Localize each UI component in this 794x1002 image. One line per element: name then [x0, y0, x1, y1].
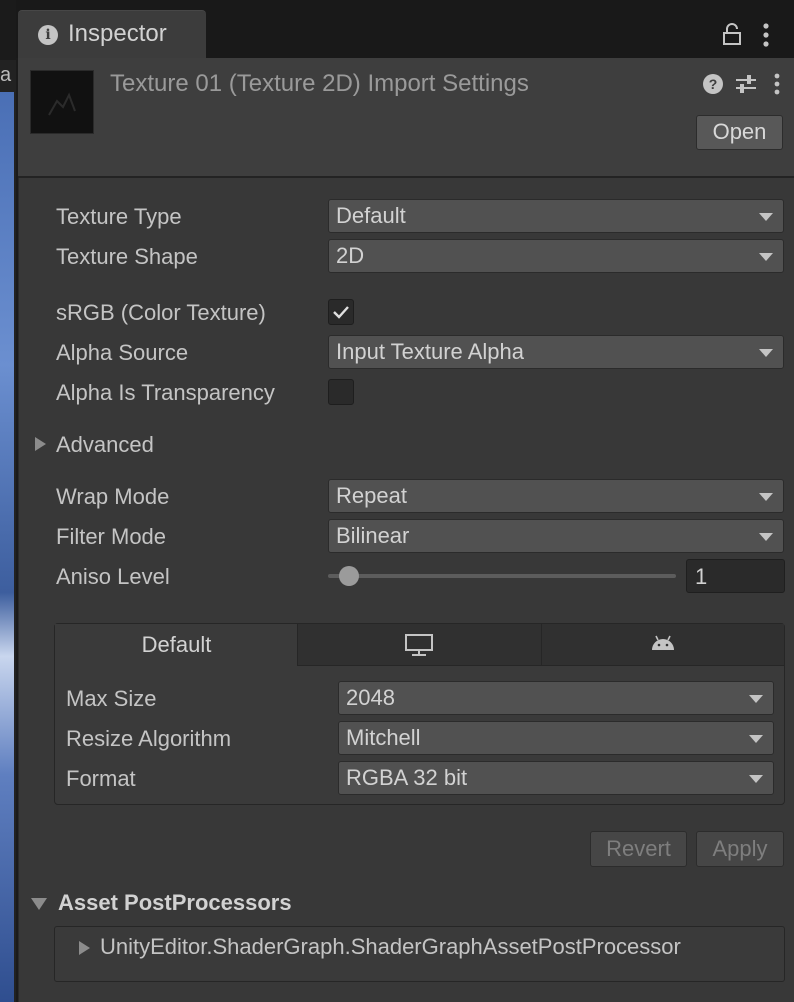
wrap-mode-value: Repeat: [336, 483, 407, 508]
resize-algorithm-label: Resize Algorithm: [66, 726, 232, 751]
chevron-down-icon: [759, 253, 773, 261]
monitor-icon: [404, 633, 434, 662]
chevron-down-icon: [749, 775, 763, 783]
alpha-source-value: Input Texture Alpha: [336, 339, 524, 364]
aniso-level-slider[interactable]: [328, 574, 676, 578]
slider-thumb[interactable]: [338, 566, 359, 586]
filter-mode-dropdown[interactable]: Bilinear: [328, 519, 784, 553]
chevron-down-icon: [759, 533, 773, 541]
info-icon: i: [38, 25, 58, 45]
format-dropdown[interactable]: RGBA 32 bit: [338, 761, 774, 795]
alpha-source-dropdown[interactable]: Input Texture Alpha: [328, 335, 784, 369]
advanced-foldout[interactable]: Advanced: [56, 432, 154, 458]
chevron-down-icon: [759, 213, 773, 221]
scene-view-preview: [0, 92, 14, 1002]
filter-mode-value: Bilinear: [336, 523, 410, 548]
max-size-label: Max Size: [66, 686, 157, 711]
lock-icon[interactable]: [722, 22, 742, 51]
revert-button[interactable]: Revert: [590, 831, 687, 867]
resize-algorithm-dropdown[interactable]: Mitchell: [338, 721, 774, 755]
resize-algorithm-value: Mitchell: [346, 725, 421, 750]
format-label: Format: [66, 766, 136, 791]
texture-type-label: Texture Type: [56, 204, 182, 229]
texture-shape-dropdown[interactable]: 2D: [328, 239, 784, 273]
max-size-value: 2048: [346, 685, 395, 710]
foldout-arrow-icon[interactable]: [78, 940, 92, 961]
wrap-mode-label: Wrap Mode: [56, 484, 170, 509]
chevron-down-icon: [759, 349, 773, 357]
chevron-down-icon: [749, 695, 763, 703]
chevron-down-icon: [749, 735, 763, 743]
tab-title: Inspector: [68, 20, 167, 47]
foldout-arrow-icon[interactable]: [34, 436, 48, 457]
open-button[interactable]: Open: [696, 115, 783, 150]
svg-text:?: ?: [709, 76, 718, 92]
preset-icon[interactable]: [734, 73, 758, 100]
srgb-checkbox[interactable]: [328, 299, 354, 325]
apply-button[interactable]: Apply: [696, 831, 784, 867]
tab-default-label: Default: [141, 632, 212, 657]
asset-title: Texture 01 (Texture 2D) Import Settings: [110, 70, 529, 97]
wrap-mode-dropdown[interactable]: Repeat: [328, 479, 784, 513]
format-value: RGBA 32 bit: [346, 765, 468, 790]
filter-mode-label: Filter Mode: [56, 524, 167, 549]
foldout-expanded-icon[interactable]: [30, 897, 48, 916]
chevron-down-icon: [759, 493, 773, 501]
srgb-label: sRGB (Color Texture): [56, 300, 266, 325]
kebab-menu-icon[interactable]: [768, 72, 786, 101]
texture-thumbnail: [30, 70, 94, 134]
alpha-is-transparency-label: Alpha Is Transparency: [56, 380, 275, 405]
texture-type-dropdown[interactable]: Default: [328, 199, 784, 233]
aniso-level-label: Aniso Level: [56, 564, 170, 589]
android-icon: [650, 634, 676, 657]
alpha-source-label: Alpha Source: [56, 340, 189, 365]
scene-view-tab-label: a: [0, 64, 12, 86]
list-item[interactable]: UnityEditor.ShaderGraph.ShaderGraphAsset…: [100, 934, 681, 960]
alpha-is-transparency-checkbox[interactable]: [328, 379, 354, 405]
texture-type-value: Default: [336, 203, 406, 228]
texture-shape-label: Texture Shape: [56, 244, 198, 269]
max-size-dropdown[interactable]: 2048: [338, 681, 774, 715]
aniso-level-input[interactable]: 1: [686, 559, 785, 593]
help-icon[interactable]: ?: [702, 73, 724, 100]
tab-kebab-menu-icon[interactable]: [756, 22, 776, 53]
checkmark-icon: [333, 306, 349, 319]
texture-shape-value: 2D: [336, 243, 365, 268]
asset-postprocessors-header[interactable]: Asset PostProcessors: [58, 890, 292, 916]
